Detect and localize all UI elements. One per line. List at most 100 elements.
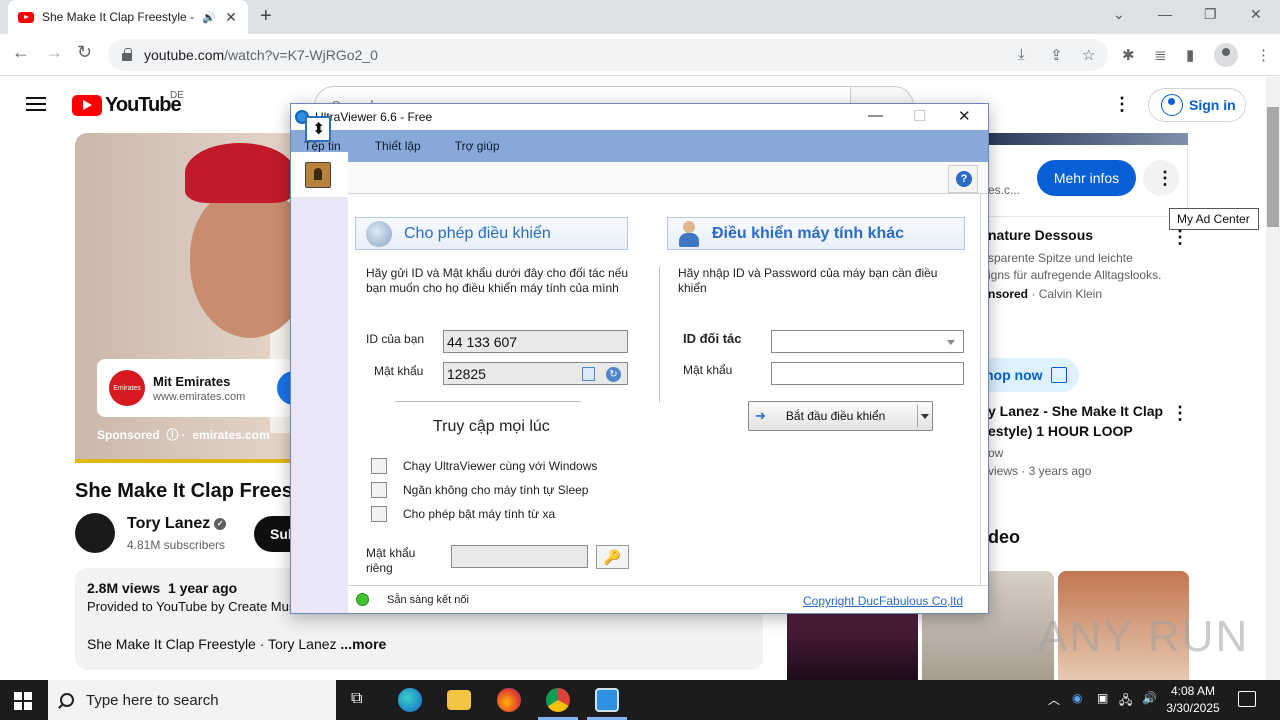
taskbar-search-box[interactable]: Type here to search [48, 680, 336, 720]
refresh-password-icon[interactable]: ↻ [606, 367, 621, 382]
partner-password-input[interactable] [771, 362, 964, 385]
tab-title: She Make It Clap Freestyle - [42, 10, 195, 24]
share-icon[interactable]: ⇪ [1050, 46, 1063, 64]
settings-kebab-icon[interactable]: ⋮ [1113, 94, 1131, 115]
taskbar-clock[interactable]: 4:08 AM 3/30/2025 [1160, 683, 1226, 717]
uv-maximize-icon[interactable]: ☐ [913, 107, 926, 125]
ad-banner-image[interactable] [988, 133, 1188, 145]
info-icon[interactable]: ⓘ · [163, 428, 189, 442]
channel-avatar[interactable] [75, 513, 115, 553]
media-queue-icon[interactable]: ≣ [1154, 46, 1167, 64]
speaker-icon[interactable]: 🔊 [202, 11, 216, 24]
ad-companion-site: es.c... [988, 183, 1021, 197]
copyright-link[interactable]: Copyright DucFabulous Co,ltd [803, 594, 963, 608]
bookmark-star-icon[interactable]: ☆ [1082, 46, 1095, 64]
chrome-menu-icon[interactable]: ⋮ [1256, 46, 1271, 64]
external-link-icon [1050, 367, 1067, 383]
profile-avatar-icon[interactable] [1214, 43, 1238, 67]
allow-control-heading: Cho phép điều khiển [404, 224, 551, 242]
browser-tab-youtube[interactable]: She Make It Clap Freestyle - 🔊 ✕ [8, 0, 248, 34]
run-with-windows-checkbox[interactable] [371, 458, 387, 474]
partner-id-input[interactable] [771, 330, 964, 353]
ad-sponsored-label: nsored [988, 287, 1029, 301]
ad-listing-kebab-icon[interactable]: ⋮ [1171, 227, 1189, 248]
remote-control-tab-icon[interactable] [305, 116, 331, 142]
tray-network-icon[interactable]: 🖧 [1119, 691, 1132, 712]
new-tab-icon[interactable]: + [260, 5, 272, 28]
ad-sponsor-name: Calvin Klein [1038, 287, 1103, 301]
hamburger-menu-icon[interactable] [26, 97, 46, 111]
notification-center-icon[interactable] [1238, 691, 1256, 707]
clock-date: 3/30/2025 [1166, 701, 1220, 715]
install-app-icon[interactable]: ⤓ [1018, 46, 1025, 63]
video-frame-hat [185, 143, 295, 203]
show-more-link[interactable]: ...more [340, 636, 386, 652]
tab-close-icon[interactable]: ✕ [224, 9, 238, 26]
address-bar[interactable]: youtube.com/watch?v=K7-WjRGo2_0 [108, 39, 1108, 71]
uv-titlebar[interactable]: UltraViewer 6.6 - Free [291, 104, 988, 130]
wake-remote-checkbox[interactable] [371, 506, 387, 522]
tab-search-chevron-icon[interactable]: ⌄ [1113, 6, 1125, 23]
ultraviewer-taskbar-icon[interactable] [595, 688, 619, 712]
wake-remote-label[interactable]: Cho phép bật máy tính từ xa [403, 507, 555, 521]
uv-close-icon[interactable]: ✕ [958, 107, 971, 125]
url-path: /watch?v=K7-WjRGo2_0 [224, 47, 378, 63]
task-view-icon[interactable]: ⧉ [351, 690, 362, 708]
tray-volume-icon[interactable]: 🔊 [1142, 691, 1157, 705]
browser-toolbar: ← → ↻ youtube.com/watch?v=K7-WjRGo2_0 ⤓ … [0, 34, 1280, 76]
start-control-label: Bắt đầu điều khiển [785, 409, 886, 423]
uv-minimize-icon[interactable]: — [868, 107, 883, 124]
reload-icon[interactable]: ↻ [77, 42, 92, 63]
tray-ultraviewer-icon[interactable]: ◉ [1072, 691, 1082, 705]
chrome-browser-icon[interactable] [546, 688, 570, 712]
side-panel-icon[interactable]: ▮ [1186, 46, 1194, 64]
sign-in-button[interactable]: Sign in [1148, 88, 1246, 122]
always-access-heading: Truy cập mọi lúc [433, 418, 550, 435]
channel-name-row[interactable]: Tory Lanez ✓ [127, 515, 227, 533]
description-track-line: She Make It Clap Freestyle · Tory Lanez [87, 636, 337, 652]
help-icon[interactable] [948, 165, 978, 193]
related-video-title-2[interactable]: estyle) 1 HOUR LOOP [988, 423, 1133, 439]
related-video-title-1[interactable]: y Lanez - She Make It Clap [988, 403, 1163, 419]
menu-help[interactable]: Trợ giúp [455, 139, 500, 153]
contacts-tab-icon[interactable] [305, 162, 331, 188]
key-icon[interactable]: 🔑 [596, 545, 629, 569]
ad-listing-title[interactable]: nature Dessous [988, 227, 1093, 243]
upload-age: 1 year ago [167, 580, 238, 596]
related-video-kebab-icon[interactable]: ⋮ [1171, 403, 1189, 424]
tray-device-icon[interactable]: ▣ [1097, 691, 1108, 705]
more-info-button[interactable]: Mehr infos [1037, 160, 1136, 196]
forward-arrow-icon[interactable]: → [45, 42, 63, 63]
channel-name[interactable]: Tory Lanez [127, 515, 210, 532]
windows-start-icon[interactable] [14, 692, 32, 710]
minimize-icon[interactable]: — [1158, 6, 1172, 22]
edge-browser-icon[interactable] [398, 688, 422, 712]
page-scrollbar-thumb[interactable] [1267, 107, 1279, 227]
youtube-logo[interactable]: YouTube [72, 94, 182, 117]
partner-id-label: ID đối tác [683, 331, 742, 346]
prevent-sleep-label[interactable]: Ngăn không cho máy tính tự Sleep [403, 483, 588, 497]
ad-overlay-card[interactable]: Emirates Mit Emirates www.emirates.com [97, 359, 297, 417]
ad-kebab-icon[interactable]: ⋮ [1156, 168, 1174, 189]
extensions-puzzle-icon[interactable]: ✱ [1122, 46, 1135, 64]
partner-id-dropdown-icon[interactable] [947, 340, 955, 345]
private-password-input[interactable] [451, 545, 588, 568]
start-dropdown-icon[interactable] [921, 414, 929, 419]
your-password-value: 12825 [447, 365, 486, 382]
tray-chevron-icon[interactable]: ︿ [1048, 691, 1060, 708]
private-password-label-1: Mật khẩu [366, 546, 416, 560]
run-with-windows-label[interactable]: Chạy UltraViewer cùng với Windows [403, 459, 597, 473]
menu-settings[interactable]: Thiết lập [375, 139, 421, 153]
remote-control-instruction: Hãy nhập ID và Password của máy bạn cần … [678, 266, 938, 295]
back-arrow-icon[interactable]: ← [12, 42, 30, 63]
close-window-icon[interactable]: ✕ [1250, 6, 1262, 23]
shop-now-button[interactable]: hop now [975, 358, 1079, 392]
file-explorer-icon[interactable] [447, 690, 471, 710]
your-id-field[interactable]: 44 133 607 [443, 330, 628, 353]
restore-icon[interactable]: ❐ [1204, 6, 1217, 23]
copy-icon[interactable] [582, 367, 595, 381]
start-control-button[interactable]: ➜ Bắt đầu điều khiển [748, 401, 933, 431]
your-password-field[interactable]: 12825 ↻ [443, 362, 628, 385]
prevent-sleep-checkbox[interactable] [371, 482, 387, 498]
firefox-icon[interactable] [497, 688, 521, 712]
